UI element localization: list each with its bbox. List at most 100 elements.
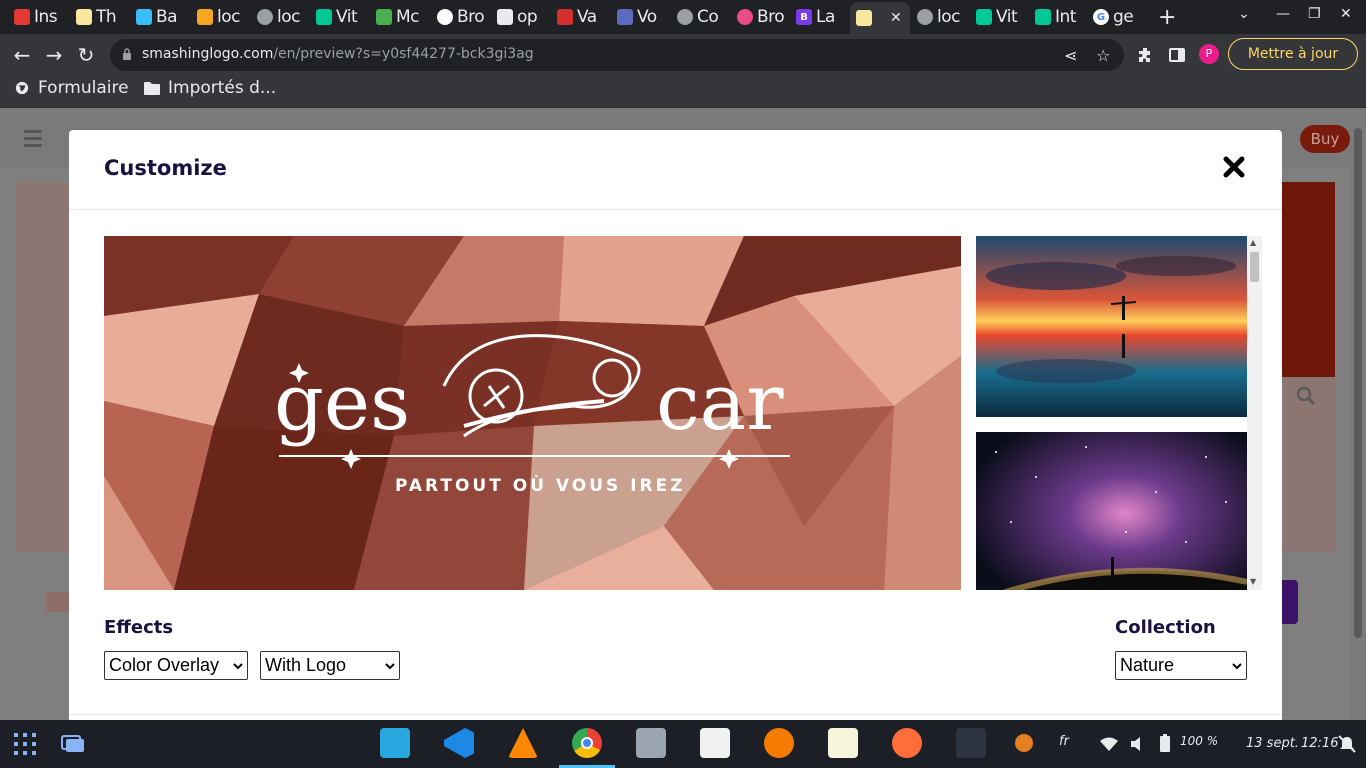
restore-icon[interactable]: ❐ — [1308, 6, 1321, 22]
search-icon[interactable] — [1296, 386, 1316, 406]
customize-modal: Customize ges car PARTOUT OÙ VOUS IREZ ▲… — [69, 130, 1282, 720]
tab-favicon-icon — [376, 9, 392, 25]
close-icon[interactable] — [1221, 154, 1247, 180]
bookmark-formulaire[interactable]: Formulaire — [14, 78, 129, 98]
close-tab-icon[interactable]: ✕ — [890, 10, 902, 26]
tab-5[interactable]: loc — [257, 4, 305, 30]
tab-11[interactable]: Vo — [617, 4, 665, 30]
scroll-up-icon[interactable]: ▲ — [1250, 238, 1256, 247]
buy-button[interactable]: Buy — [1300, 125, 1350, 153]
tab-favicon-icon — [136, 9, 152, 25]
globe-icon — [257, 9, 273, 25]
scroll-down-icon[interactable]: ▼ — [1250, 577, 1256, 586]
tab-active[interactable]: ✕ — [850, 2, 910, 34]
tab-8[interactable]: Bro — [437, 4, 485, 30]
tab-12[interactable]: Co — [677, 4, 725, 30]
tab-favicon-icon — [197, 9, 213, 25]
clock-date[interactable]: 13 sept. — [1246, 736, 1299, 751]
tab-label: La — [816, 7, 835, 27]
page-scrollbar-thumb[interactable] — [1354, 128, 1362, 638]
bookmark-star-icon[interactable]: ☆ — [1096, 46, 1110, 65]
tab-label: Vit — [996, 7, 1018, 27]
tab-2[interactable]: Th — [76, 4, 124, 30]
collection-select[interactable]: Nature — [1115, 651, 1247, 680]
vlc-icon[interactable] — [508, 728, 538, 758]
keyboard-layout[interactable]: fr — [1059, 734, 1069, 749]
tab-4[interactable]: loc — [197, 4, 245, 30]
vscode-icon[interactable] — [444, 728, 474, 758]
github-icon — [437, 9, 453, 25]
document-viewer-icon[interactable] — [700, 728, 730, 758]
clock-time[interactable]: 12:16 — [1301, 736, 1338, 751]
overlay-select[interactable]: Color Overlay — [104, 651, 248, 680]
tab-14[interactable]: B La — [796, 4, 844, 30]
background-gallery[interactable]: ▲ ▼ — [976, 236, 1262, 590]
url-path: /en/preview?s=y0sf44277-bck3gi3ag — [273, 46, 534, 62]
media-player-icon[interactable] — [764, 728, 794, 758]
bookmark-label: Formulaire — [38, 78, 129, 98]
system-tray-app-icon[interactable] — [1015, 734, 1033, 752]
page-scrollbar[interactable] — [1350, 108, 1366, 720]
logo-tagline: PARTOUT OÙ VOUS IREZ — [395, 476, 686, 496]
store-icon[interactable] — [380, 728, 410, 758]
bookmark-folder-imports[interactable]: Importés d... — [144, 78, 276, 98]
lock-icon — [123, 48, 131, 60]
new-tab-button[interactable]: + — [1158, 5, 1176, 30]
logo-select[interactable]: With Logo — [260, 651, 400, 680]
tab-9[interactable]: op — [497, 4, 545, 30]
terminal-icon[interactable] — [956, 728, 986, 758]
gallery-scrollbar-thumb[interactable] — [1250, 252, 1259, 282]
tab-16[interactable]: loc — [917, 4, 965, 30]
tab-13[interactable]: Bro — [737, 4, 785, 30]
bookmark-label: Importés d... — [168, 78, 277, 98]
background-banner-accent — [1280, 182, 1335, 377]
tab-label: Bro — [457, 7, 485, 27]
modal-divider — [69, 714, 1282, 715]
chrome-icon[interactable] — [572, 728, 602, 758]
tab-18[interactable]: Int — [1035, 4, 1083, 30]
tab-17[interactable]: Vit — [976, 4, 1024, 30]
sunset-reflection-image — [976, 236, 1247, 417]
forward-icon[interactable]: → — [42, 43, 66, 67]
collection-select-value: Nature — [1120, 655, 1175, 675]
car-logo-artwork — [279, 334, 790, 469]
tab-19[interactable]: Gge — [1093, 4, 1141, 30]
tab-label: Th — [96, 7, 117, 27]
menu-icon[interactable] — [24, 130, 42, 151]
app-grid-icon[interactable] — [14, 733, 36, 755]
volume-icon[interactable] — [1130, 736, 1146, 752]
chevron-down-icon — [385, 662, 395, 669]
workspaces-icon[interactable] — [61, 735, 85, 753]
side-panel-icon[interactable] — [1169, 47, 1185, 63]
minimize-icon[interactable]: — — [1276, 6, 1290, 22]
drawing-app-icon[interactable] — [892, 728, 922, 758]
files-icon[interactable] — [636, 728, 666, 758]
text-editor-icon[interactable] — [828, 728, 858, 758]
back-icon[interactable]: ← — [10, 43, 34, 67]
tab-6[interactable]: Vit — [316, 4, 364, 30]
tab-favicon-icon — [557, 9, 573, 25]
chevron-down-icon — [233, 662, 243, 669]
reload-icon[interactable]: ↻ — [74, 43, 98, 67]
close-window-icon[interactable]: ✕ — [1340, 6, 1352, 22]
gallery-scrollbar[interactable]: ▲ ▼ — [1247, 236, 1262, 590]
tab-7[interactable]: Mc — [376, 4, 424, 30]
notifications-off-icon[interactable] — [1338, 735, 1356, 753]
share-icon[interactable]: ⋖ — [1064, 46, 1077, 65]
tab-search-icon[interactable]: ⌄ — [1238, 6, 1250, 22]
profile-avatar[interactable]: P — [1199, 44, 1219, 64]
tab-1[interactable]: Ins — [14, 4, 64, 30]
tab-label: Bro — [757, 7, 785, 27]
tab-3[interactable]: Ba — [136, 4, 184, 30]
extensions-icon[interactable] — [1137, 47, 1153, 63]
milky-way-image — [976, 432, 1247, 590]
address-bar[interactable]: smashinglogo.com/en/preview?s=y0sf44277-… — [110, 39, 1124, 71]
battery-icon[interactable] — [1160, 734, 1170, 752]
logo-word-right: car — [656, 358, 784, 448]
tab-favicon-icon — [14, 9, 30, 25]
wifi-icon[interactable] — [1100, 737, 1118, 751]
gallery-image-sunset[interactable] — [976, 236, 1247, 417]
gallery-image-milkyway[interactable] — [976, 432, 1247, 590]
update-button[interactable]: Mettre à jour — [1228, 38, 1358, 70]
tab-10[interactable]: Va — [557, 4, 605, 30]
